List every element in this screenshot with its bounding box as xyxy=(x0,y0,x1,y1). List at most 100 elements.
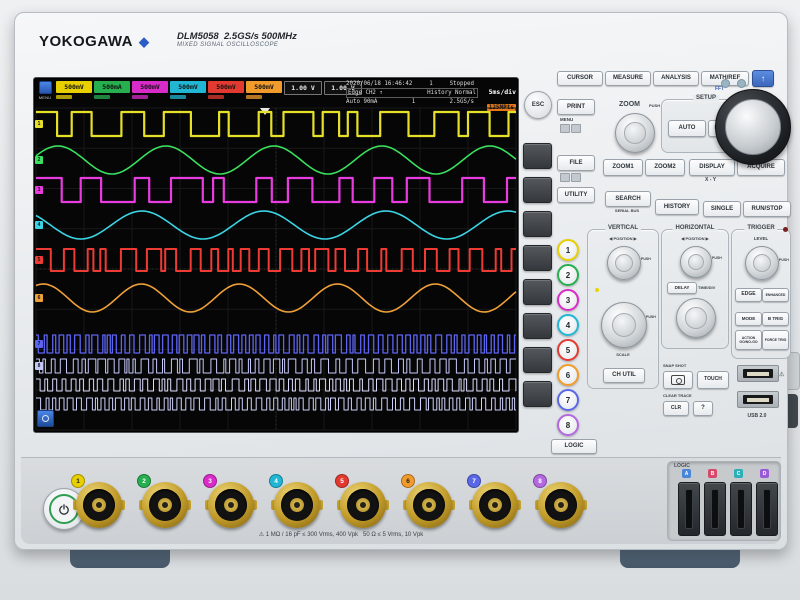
clr-button[interactable]: CLR xyxy=(663,401,689,416)
status-bar: 2020/06/18 16:46:42 1 Stopped Edge CH2 ↑… xyxy=(346,80,516,111)
snap-shot-button[interactable] xyxy=(663,371,693,389)
input-rating-text: ⚠ 1 MΩ / 16 pF ≤ 300 Vrms, 400 Vpk 50 Ω … xyxy=(258,532,424,538)
esc-button[interactable]: ESC xyxy=(524,91,552,119)
single-button[interactable]: SINGLE xyxy=(703,201,741,217)
soft-key-3[interactable] xyxy=(523,211,552,237)
channel-button-2[interactable]: 2 xyxy=(557,264,579,286)
channel-button-6[interactable]: 6 xyxy=(557,364,579,386)
touch-shortcut-icon[interactable] xyxy=(37,410,54,427)
channel-badge-1[interactable]: 500mV xyxy=(56,81,92,99)
printer-icon xyxy=(560,124,570,133)
bnc-channel-tag-4: 4 xyxy=(269,474,283,488)
zoom-knob[interactable] xyxy=(615,113,655,153)
waveform-area xyxy=(35,107,517,431)
soft-key-5[interactable] xyxy=(523,279,552,305)
analysis-button[interactable]: ANALYSIS xyxy=(653,71,699,86)
soft-key-1[interactable] xyxy=(523,143,552,169)
history-button[interactable]: HISTORY xyxy=(655,199,699,215)
status-run-state: Stopped xyxy=(449,81,474,87)
bnc-channel-tag-3: 3 xyxy=(203,474,217,488)
trigger-level-knob[interactable] xyxy=(745,246,779,280)
bnc-channel-tag-1: 1 xyxy=(71,474,85,488)
utility-button[interactable]: UTILITY xyxy=(557,187,595,203)
channel-marker-4: 4 xyxy=(35,221,43,229)
channel-marker-3: 3 xyxy=(35,186,43,194)
measure-button[interactable]: MEASURE xyxy=(605,71,651,86)
touch-button[interactable]: TOUCH xyxy=(697,371,729,389)
model-block: DLM5058 2.5GS/s 500MHz MIXED SIGNAL OSCI… xyxy=(177,31,297,49)
screen-display[interactable]: MENU 500mV 500mA 500mV 500mV 500mV 500mV 1.00 … xyxy=(33,77,519,433)
channel-badge-4[interactable]: 500mV xyxy=(170,81,206,99)
folder-icon xyxy=(560,173,570,182)
jog-shuttle-knob[interactable] xyxy=(715,89,791,165)
file-button[interactable]: FILE xyxy=(557,155,595,171)
soft-key-6[interactable] xyxy=(523,313,552,339)
ch-util-button[interactable]: CH UTIL xyxy=(603,368,645,383)
channel-marker-1: 1 xyxy=(35,120,43,128)
action-gonogo-button[interactable]: ACTION GO/NO-GO xyxy=(735,330,762,350)
channel-button-1[interactable]: 1 xyxy=(557,239,579,261)
channel-badge-value: 500mV xyxy=(170,81,206,93)
indicator-dot-1 xyxy=(721,79,730,88)
status-time-div: 5ms/div xyxy=(488,88,516,96)
bnc-channel-tag-2: 2 xyxy=(137,474,151,488)
horizontal-position-knob[interactable] xyxy=(680,246,712,278)
channel-badge-7[interactable]: 1.00 V xyxy=(284,81,322,99)
channel-button-8[interactable]: 8 xyxy=(557,414,579,436)
print-button[interactable]: PRINT xyxy=(557,99,595,115)
force-trig-button[interactable]: FORCE TRIG xyxy=(762,330,789,350)
enhanced-button[interactable]: ENHANCED xyxy=(762,288,789,302)
zoom-push-label: PUSH xyxy=(649,103,661,108)
auto-setup-button[interactable]: AUTO xyxy=(668,120,706,137)
channel-button-4[interactable]: 4 xyxy=(557,314,579,336)
shift-key[interactable]: ↑ xyxy=(752,70,774,87)
zoom1-button[interactable]: ZOOM1 xyxy=(603,159,643,176)
soft-key-2[interactable] xyxy=(523,177,552,203)
help-button[interactable]: ? xyxy=(693,401,713,416)
run-stop-button[interactable]: RUN/STOP xyxy=(743,201,791,217)
trigger-mode-button[interactable]: MODE xyxy=(735,312,762,326)
channel-badge-value: 500mV xyxy=(246,81,282,93)
soft-key-8[interactable] xyxy=(523,381,552,407)
bnc-input-ch6: 6 xyxy=(401,474,455,528)
vertical-position-knob[interactable] xyxy=(607,246,641,280)
channel-badge-3[interactable]: 500mV xyxy=(132,81,168,99)
oscilloscope-body: YOKOGAWA ◆ DLM5058 2.5GS/s 500MHz MIXED S… xyxy=(14,12,791,550)
time-div-label: TIME/DIV xyxy=(698,285,716,290)
zoom2-button[interactable]: ZOOM2 xyxy=(645,159,685,176)
time-div-knob[interactable] xyxy=(676,298,716,338)
media-icon xyxy=(571,124,581,133)
trigger-group: TRIGGER LEVEL PUSH EDGE ENHANCED MODE B … xyxy=(731,225,791,359)
channel-button-5[interactable]: 5 xyxy=(557,339,579,361)
bnc-hole xyxy=(360,502,366,508)
channel-button-7[interactable]: 7 xyxy=(557,389,579,411)
channel-badge-6[interactable]: 500mV xyxy=(246,81,282,99)
channel-badge-2[interactable]: 500mA xyxy=(94,81,130,99)
menu-icon xyxy=(38,81,52,94)
vertical-scale-knob[interactable] xyxy=(601,302,647,348)
soft-key-7[interactable] xyxy=(523,347,552,373)
delay-button[interactable]: DELAY xyxy=(667,282,697,294)
horizontal-title: HORIZONTAL xyxy=(672,225,718,231)
usb-port-2 xyxy=(737,391,779,408)
channel-badge-value: 500mA xyxy=(94,81,130,93)
soft-key-4[interactable] xyxy=(523,245,552,271)
usb-port-1 xyxy=(737,365,779,382)
trigger-level-push: PUSH xyxy=(779,258,789,262)
status-datetime: 2020/06/18 16:46:42 xyxy=(346,81,413,87)
logic-button[interactable]: LOGIC xyxy=(551,439,597,454)
channel-button-3[interactable]: 3 xyxy=(557,289,579,311)
cursor-button[interactable]: CURSOR xyxy=(557,71,603,86)
channel-badge-value: 500mV xyxy=(208,81,244,93)
product-photo-stage: YOKOGAWA ◆ DLM5058 2.5GS/s 500MHz MIXED S… xyxy=(0,0,800,600)
display-button[interactable]: DISPLAY xyxy=(689,159,735,176)
b-trig-button[interactable]: B TRIG xyxy=(762,312,789,326)
bnc-input-ch3: 3 xyxy=(203,474,257,528)
search-button[interactable]: SEARCH xyxy=(605,191,651,207)
trigger-title: TRIGGER xyxy=(744,225,778,231)
edge-button[interactable]: EDGE xyxy=(735,288,762,302)
channel-badge-5[interactable]: 500mV xyxy=(208,81,244,99)
screen-menu-button[interactable]: MENU xyxy=(36,81,54,100)
zoom-knob-label: ZOOM xyxy=(619,101,640,108)
logic-pod-tag-A: A xyxy=(682,469,691,478)
